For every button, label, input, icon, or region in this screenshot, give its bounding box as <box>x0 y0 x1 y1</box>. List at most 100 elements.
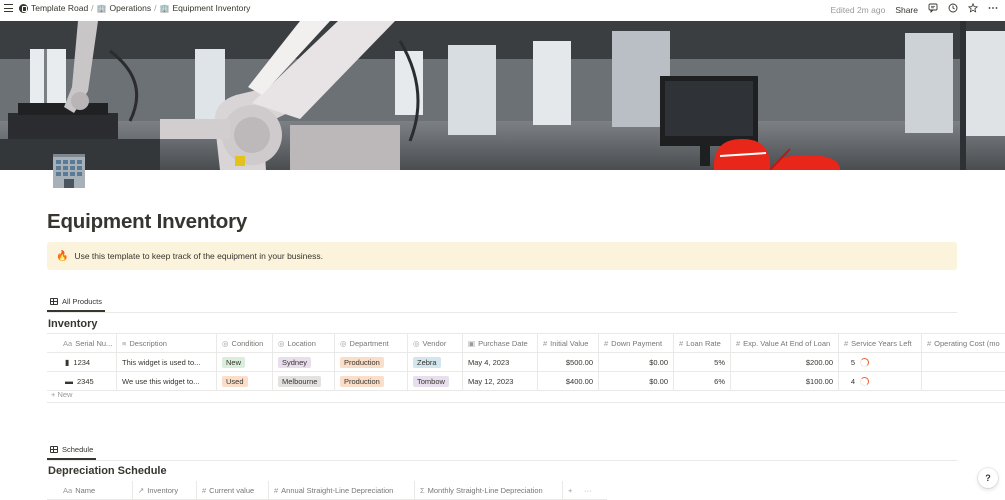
column-header-serial[interactable]: Aa Serial Nu... <box>47 334 117 352</box>
fire-icon: 🔥 <box>56 250 69 262</box>
breadcrumb-separator: / <box>91 3 94 13</box>
more-options-icon[interactable] <box>988 3 998 16</box>
select-property-icon: ◎ <box>340 338 347 348</box>
cell-operating-cost[interactable] <box>922 372 1005 390</box>
table-row[interactable]: ▬ 2345 We use this widget to... Used Melb… <box>47 372 1005 391</box>
breadcrumb-operations[interactable]: 🏢 Operations <box>97 3 152 13</box>
cell-serial[interactable]: ▬ 2345 <box>47 372 117 390</box>
cell-operating-cost[interactable] <box>922 353 1005 371</box>
condition-tag: Used <box>222 375 248 387</box>
share-button[interactable]: Share <box>895 5 918 15</box>
column-header-condition[interactable]: ◎ Condition <box>217 334 273 352</box>
cell-down-payment[interactable]: $0.00 <box>599 372 674 390</box>
formula-property-icon: Σ <box>420 485 425 495</box>
column-header-service-years[interactable]: # Service Years Left <box>839 334 922 352</box>
column-label: Inventory <box>147 485 179 495</box>
cell-vendor[interactable]: Zebra <box>408 353 463 371</box>
favorite-star-icon[interactable] <box>967 2 979 16</box>
cell-exp-value[interactable]: $200.00 <box>731 353 839 371</box>
history-clock-icon[interactable] <box>948 3 958 16</box>
column-label: Name <box>75 485 96 495</box>
column-header-loan-rate[interactable]: # Loan Rate <box>674 334 731 352</box>
callout-text: Use this template to keep track of the e… <box>74 251 323 261</box>
breadcrumb-label: Operations <box>109 3 152 13</box>
column-header-purchase-date[interactable]: ▣ Purchase Date <box>463 334 538 352</box>
cell-department[interactable]: Production <box>335 372 408 390</box>
breadcrumb-workspace[interactable]: Template Road <box>19 3 88 13</box>
cell-description[interactable]: We use this widget to... <box>117 372 217 390</box>
column-header-monthly-depreciation[interactable]: Σ Monthly Straight-Line Depreciation <box>415 481 563 499</box>
number-property-icon: # <box>736 338 741 348</box>
comments-icon[interactable] <box>928 3 938 16</box>
select-property-icon: ◎ <box>413 338 420 348</box>
cell-purchase-date[interactable]: May 12, 2023 <box>463 372 538 390</box>
column-label: Vendor <box>422 338 447 348</box>
column-label: Initial Value <box>550 338 589 348</box>
cover-image <box>0 21 1005 170</box>
date-property-icon: ▣ <box>468 338 476 348</box>
page-title[interactable]: Equipment Inventory <box>47 210 247 234</box>
cell-location[interactable]: Melbourne <box>273 372 335 390</box>
serial-number: 2345 <box>77 376 94 386</box>
cell-exp-value[interactable]: $100.00 <box>731 372 839 390</box>
table-row[interactable]: ▮ 1234 This widget is used to... New Sydn… <box>47 353 1005 372</box>
callout-block[interactable]: 🔥 Use this template to keep track of the… <box>47 242 957 270</box>
inventory-table: Aa Serial Nu... ≡ Description ◎ Condition ◎… <box>47 333 1005 391</box>
column-header-location[interactable]: ◎ Location <box>273 334 335 352</box>
column-label: Purchase Date <box>478 338 528 348</box>
cell-loan-rate[interactable]: 5% <box>674 353 731 371</box>
cell-down-payment[interactable]: $0.00 <box>599 353 674 371</box>
title-property-icon: Aa <box>63 485 73 495</box>
cell-service-years[interactable]: 5 <box>839 353 922 371</box>
service-years-value: 5 <box>850 357 855 367</box>
column-header-current-value[interactable]: # Current value <box>197 481 269 499</box>
tab-schedule[interactable]: Schedule <box>47 441 97 460</box>
more-properties-button[interactable]: ··· <box>579 481 603 499</box>
column-label: Condition <box>231 338 264 348</box>
column-header-initial-value[interactable]: # Initial Value <box>538 334 599 352</box>
cell-loan-rate[interactable]: 6% <box>674 372 731 390</box>
building-icon: 🏢 <box>96 3 107 13</box>
monitor-icon: ▬ <box>65 376 73 386</box>
vendor-tag: Zebra <box>413 356 441 368</box>
cover-factory-illustration <box>0 21 1005 170</box>
column-header-department[interactable]: ◎ Department <box>335 334 408 352</box>
database-title-inventory[interactable]: Inventory <box>48 318 98 330</box>
table-view-icon <box>50 297 58 305</box>
cell-condition[interactable]: Used <box>217 372 273 390</box>
column-header-inventory[interactable]: ↗ Inventory <box>133 481 197 499</box>
help-button[interactable]: ? <box>978 468 998 488</box>
table-header-row: Aa Name ↗ Inventory # Current value # Annual… <box>47 481 607 500</box>
progress-ring-icon <box>860 376 869 386</box>
tab-all-products[interactable]: All Products <box>47 293 106 312</box>
cell-initial-value[interactable]: $400.00 <box>538 372 599 390</box>
relation-property-icon: ↗ <box>138 485 145 495</box>
add-new-row-button[interactable]: + New <box>51 390 72 399</box>
table-bottom-divider <box>47 402 1005 403</box>
tab-divider <box>47 312 957 313</box>
column-header-down-payment[interactable]: # Down Payment <box>599 334 674 352</box>
sidebar-toggle-icon[interactable] <box>4 4 13 13</box>
cell-service-years[interactable]: 4 <box>839 372 922 390</box>
column-header-name[interactable]: Aa Name <box>47 481 133 499</box>
cell-purchase-date[interactable]: May 4, 2023 <box>463 353 538 371</box>
column-header-description[interactable]: ≡ Description <box>117 334 217 352</box>
database-title-depreciation-schedule[interactable]: Depreciation Schedule <box>48 465 167 477</box>
cell-description[interactable]: This widget is used to... <box>117 353 217 371</box>
building-icon: 🏢 <box>159 3 170 13</box>
column-header-operating-cost[interactable]: # Operating Cost (mo <box>922 334 1005 352</box>
cell-condition[interactable]: New <box>217 353 273 371</box>
office-building-icon[interactable] <box>50 152 88 190</box>
cell-serial[interactable]: ▮ 1234 <box>47 353 117 371</box>
cell-department[interactable]: Production <box>335 353 408 371</box>
cell-vendor[interactable]: Tombow <box>408 372 463 390</box>
cell-initial-value[interactable]: $500.00 <box>538 353 599 371</box>
breadcrumb-label: Template Road <box>31 3 89 13</box>
column-header-exp-value[interactable]: # Exp. Value At End of Loan <box>731 334 839 352</box>
breadcrumb-separator: / <box>154 3 157 13</box>
cell-location[interactable]: Sydney <box>273 353 335 371</box>
edited-status: Edited 2m ago <box>830 4 886 15</box>
column-header-annual-depreciation[interactable]: # Annual Straight-Line Depreciation <box>269 481 415 499</box>
breadcrumb-equipment-inventory[interactable]: 🏢 Equipment Inventory <box>159 3 250 13</box>
column-header-vendor[interactable]: ◎ Vendor <box>408 334 463 352</box>
